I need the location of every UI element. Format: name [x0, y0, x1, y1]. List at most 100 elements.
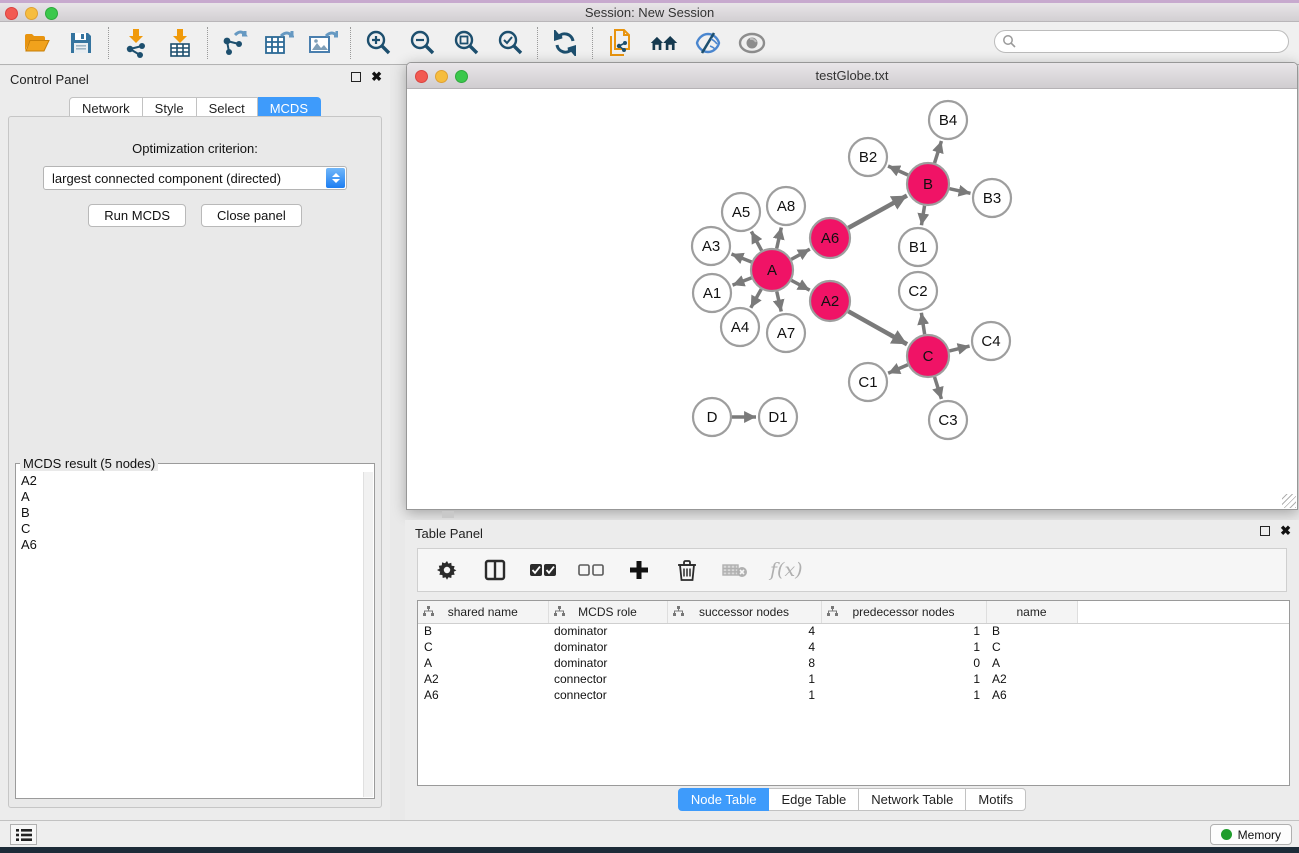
network-maximize-button[interactable] — [455, 70, 468, 83]
deselect-all-icon[interactable] — [578, 557, 604, 583]
cell-filler — [1077, 639, 1289, 655]
network-hscroll-nub[interactable] — [442, 511, 454, 518]
close-panel-icon[interactable]: ✖ — [371, 72, 382, 82]
graph-node-label-C1: C1 — [858, 374, 877, 391]
network-canvas[interactable]: B4B2BB3A5A8A6A3B1AC2A1A2A4A7C4CC1DD1C3 — [407, 89, 1297, 509]
show-columns-icon[interactable] — [482, 557, 508, 583]
graph-node-label-C3: C3 — [938, 412, 957, 429]
graph-edge-A2-C[interactable] — [848, 311, 907, 344]
memory-button[interactable]: Memory — [1210, 824, 1292, 845]
graph-node-label-A: A — [767, 262, 777, 279]
graph-edge-B-B1[interactable] — [921, 206, 924, 226]
graph-edge-C-C3[interactable] — [935, 377, 942, 399]
column-header-shared-name[interactable]: shared name — [418, 601, 548, 623]
column-header-successor-nodes[interactable]: successor nodes — [667, 601, 821, 623]
search-input[interactable] — [994, 30, 1289, 53]
cell-predecessor-nodes: 1 — [821, 639, 986, 655]
network-window-titlebar[interactable]: testGlobe.txt — [407, 63, 1297, 89]
table-row[interactable]: Bdominator41B — [418, 623, 1289, 639]
network-close-button[interactable] — [415, 70, 428, 83]
graph-edge-A-A4[interactable] — [751, 289, 761, 308]
table-row[interactable]: A6connector11A6 — [418, 687, 1289, 703]
column-header-predecessor-nodes[interactable]: predecessor nodes — [821, 601, 986, 623]
table-close-panel-icon[interactable]: ✖ — [1280, 526, 1291, 536]
table-settings-icon[interactable] — [434, 557, 460, 583]
graph-edge-A-A3[interactable] — [731, 254, 751, 262]
clear-table-icon[interactable] — [722, 557, 748, 583]
tab-edge-table[interactable]: Edge Table — [769, 788, 859, 811]
graph-edge-A-A1[interactable] — [733, 278, 752, 285]
session-title: Session: New Session — [0, 5, 1299, 20]
copy-network-icon[interactable] — [605, 28, 635, 58]
graph-edge-A-A6[interactable] — [791, 249, 810, 259]
refresh-view-icon[interactable] — [550, 28, 580, 58]
run-mcds-button[interactable]: Run MCDS — [88, 204, 186, 227]
cell-MCDS-role: dominator — [548, 623, 667, 639]
criterion-dropdown[interactable]: largest connected component (directed) — [43, 166, 347, 190]
hide-graphics-details-icon[interactable] — [693, 28, 723, 58]
graph-edge-C-C2[interactable] — [921, 313, 924, 335]
graph-edge-B-B4[interactable] — [935, 141, 942, 163]
graph-edge-C-C1[interactable] — [888, 365, 908, 374]
cell-MCDS-role: dominator — [548, 655, 667, 671]
graph-edge-A-A5[interactable] — [751, 231, 761, 250]
mcds-result-item[interactable]: A2 — [18, 473, 362, 489]
graph-node-label-B4: B4 — [939, 112, 957, 129]
apply-function-icon[interactable]: f(x) — [770, 559, 803, 581]
tab-motifs[interactable]: Motifs — [966, 788, 1026, 811]
add-column-icon[interactable] — [626, 557, 652, 583]
graph-edge-C-C4[interactable] — [949, 346, 969, 351]
table-row[interactable]: A2connector11A2 — [418, 671, 1289, 687]
cell-shared-name: C — [418, 639, 548, 655]
graph-edge-A-A8[interactable] — [777, 227, 782, 248]
graph-edge-B-B2[interactable] — [888, 166, 908, 175]
import-network-icon[interactable] — [121, 28, 151, 58]
graph-edge-A-A7[interactable] — [777, 291, 781, 311]
import-table-icon[interactable] — [165, 28, 195, 58]
open-file-icon[interactable] — [22, 28, 52, 58]
zoom-in-icon[interactable] — [363, 28, 393, 58]
show-graphics-details-icon[interactable] — [737, 28, 767, 58]
column-header-MCDS-role[interactable]: MCDS role — [548, 601, 667, 623]
table-row[interactable]: Cdominator41C — [418, 639, 1289, 655]
export-network-icon[interactable] — [220, 28, 250, 58]
graph-edge-A6-B[interactable] — [848, 196, 907, 228]
table-panel-title: Table Panel — [415, 526, 483, 541]
column-type-icon — [423, 606, 434, 620]
cell-shared-name: A — [418, 655, 548, 671]
graph-edge-B-B3[interactable] — [949, 189, 970, 194]
mcds-result-item[interactable]: A — [18, 489, 362, 505]
graph-node-label-A8: A8 — [777, 198, 795, 215]
task-history-button[interactable] — [10, 824, 37, 845]
cell-name: A — [986, 655, 1077, 671]
tab-network-table[interactable]: Network Table — [859, 788, 966, 811]
table-row[interactable]: Adominator80A — [418, 655, 1289, 671]
select-all-icon[interactable] — [530, 557, 556, 583]
column-header-name[interactable]: name — [986, 601, 1077, 623]
table-float-panel-icon[interactable] — [1260, 526, 1270, 536]
window-resize-grip[interactable] — [1282, 494, 1296, 508]
close-panel-button[interactable]: Close panel — [201, 204, 302, 227]
zoom-selected-icon[interactable] — [495, 28, 525, 58]
export-table-icon[interactable] — [264, 28, 294, 58]
zoom-fit-icon[interactable] — [451, 28, 481, 58]
zoom-out-icon[interactable] — [407, 28, 437, 58]
task-history-icon — [16, 828, 32, 842]
network-minimize-button[interactable] — [435, 70, 448, 83]
mcds-result-item[interactable]: C — [18, 521, 362, 537]
graph-node-label-B1: B1 — [909, 239, 927, 256]
tab-node-table[interactable]: Node Table — [678, 788, 770, 811]
network-overview-icon[interactable] — [649, 28, 679, 58]
mcds-list-scrollbar[interactable] — [363, 472, 373, 797]
cell-filler — [1077, 671, 1289, 687]
network-view-window: testGlobe.txt B4B2BB3A5A8A6A3B1AC2A1A2A4… — [406, 62, 1298, 510]
graph-edge-A-A2[interactable] — [791, 280, 809, 290]
cell-name: B — [986, 623, 1077, 639]
save-session-icon[interactable] — [66, 28, 96, 58]
mcds-result-item[interactable]: B — [18, 505, 362, 521]
float-panel-icon[interactable] — [351, 72, 361, 82]
mcds-result-item[interactable]: A6 — [18, 537, 362, 553]
mcds-result-list: A2ABCA6 — [18, 473, 362, 796]
delete-column-icon[interactable] — [674, 557, 700, 583]
export-image-icon[interactable] — [308, 28, 338, 58]
